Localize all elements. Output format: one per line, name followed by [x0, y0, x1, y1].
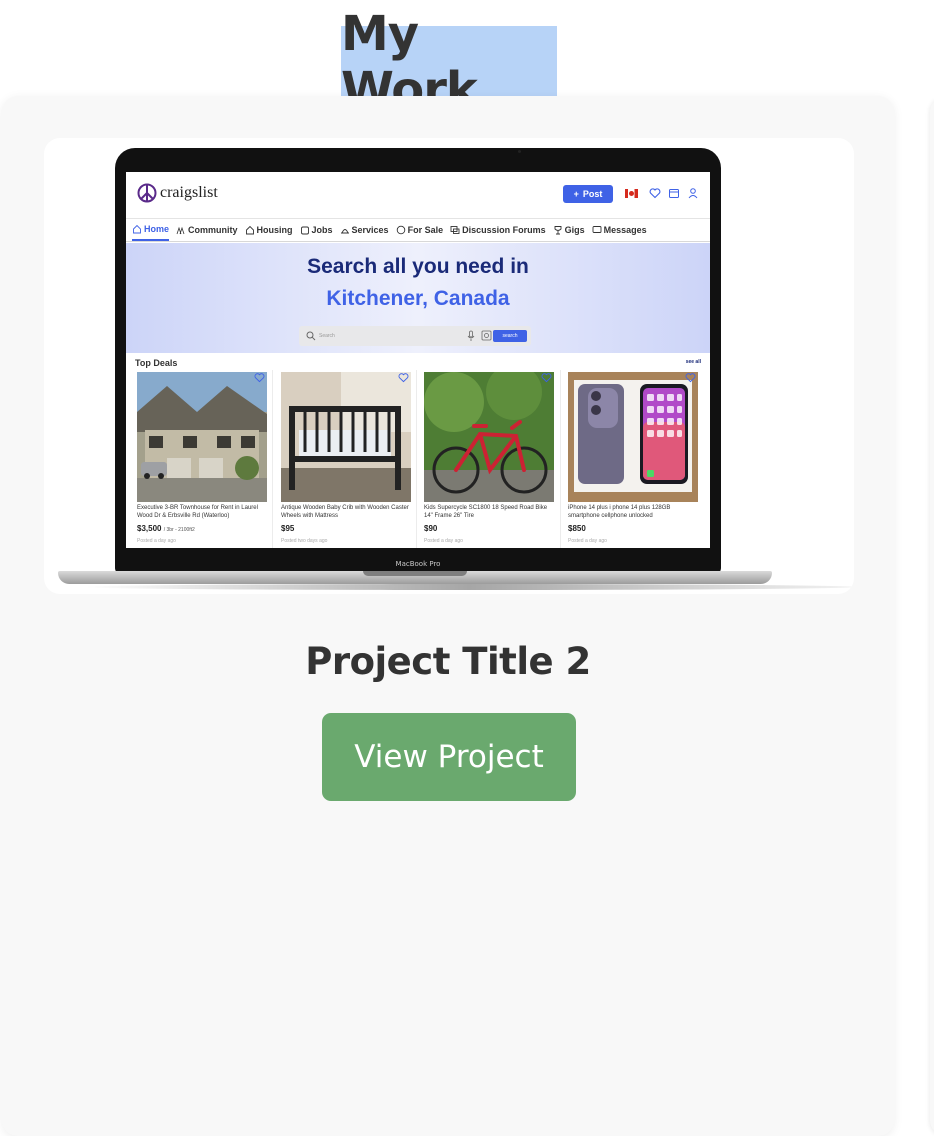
post-label: Post — [582, 189, 603, 199]
calendar-icon — [669, 189, 679, 198]
deal-card: iPhone 14 plus i phone 14 plus 128GB sma… — [568, 370, 700, 548]
nav-item-forums: Discussion Forums — [450, 219, 546, 241]
nav-item-housing: Housing — [245, 219, 293, 241]
bike-photo — [424, 372, 554, 502]
project-card: craigslist + Post Home Community Housing… — [2, 96, 894, 1136]
deal-title: Kids Supercycle SC1800 18 Speed Road Bik… — [424, 505, 548, 519]
site-logo: craigslist — [137, 183, 218, 203]
nav-label: For Sale — [407, 225, 444, 235]
canada-flag-icon — [625, 189, 638, 198]
nav-label: Housing — [256, 225, 293, 235]
nav-item-community: Community — [176, 219, 238, 241]
deal-price: $3,500 / 3br - 2100ft2 — [137, 524, 195, 533]
see-all-link: see all — [685, 359, 701, 365]
nav-label: Jobs — [311, 225, 333, 235]
deal-card: Antique Wooden Baby Crib with Wooden Cas… — [281, 370, 413, 548]
project-image[interactable]: craigslist + Post Home Community Housing… — [44, 138, 854, 594]
deal-card: Executive 3-BR Townhouse for Rent in Lau… — [137, 370, 269, 548]
iphone-photo — [568, 372, 698, 502]
site-hero: Search all you need in Kitchener, Canada… — [126, 243, 710, 353]
deal-price: $90 — [424, 524, 437, 533]
nav-item-jobs: Jobs — [300, 219, 333, 241]
jobs-icon — [300, 226, 309, 235]
for-sale-icon — [396, 225, 405, 235]
deal-divider — [416, 370, 417, 548]
project-title: Project Title 2 — [305, 640, 591, 683]
hero-location: Kitchener, Canada — [326, 287, 510, 310]
deal-title: Executive 3-BR Townhouse for Rent in Lau… — [137, 505, 258, 519]
heart-icon — [649, 188, 661, 199]
camera-dot — [518, 150, 521, 153]
laptop-notch — [363, 571, 467, 576]
nav-label: Messages — [603, 225, 647, 235]
favorite-icon — [685, 373, 696, 383]
device-label: MacBook Pro — [395, 560, 441, 568]
deal-divider — [272, 370, 273, 548]
deal-title: iPhone 14 plus i phone 14 plus 128GB sma… — [568, 505, 671, 519]
deal-title: Antique Wooden Baby Crib with Wooden Cas… — [281, 505, 409, 519]
plus-icon: + — [573, 189, 579, 199]
deal-price: $95 — [281, 524, 294, 533]
deal-price-value: $850 — [568, 524, 586, 533]
user-icon — [688, 188, 698, 199]
search-placeholder: Search — [319, 333, 335, 339]
deal-divider — [560, 370, 561, 548]
nav-label: Services — [351, 225, 389, 235]
site-nav: Home Community Housing Jobs Services For… — [126, 218, 710, 242]
search-icon — [306, 331, 316, 341]
deal-price-value: $90 — [424, 524, 438, 533]
favorite-icon — [398, 373, 409, 383]
nav-item-services: Services — [340, 219, 389, 241]
microphone-icon — [467, 330, 475, 341]
townhouse-photo — [137, 372, 267, 502]
crib-photo — [281, 372, 411, 502]
view-project-button[interactable]: View Project — [322, 713, 576, 801]
favorite-icon — [541, 373, 552, 383]
site-header: craigslist + Post — [126, 172, 710, 216]
laptop-mockup: craigslist + Post Home Community Housing… — [115, 148, 721, 574]
nav-item-messages: Messages — [592, 219, 647, 241]
post-button: + Post — [563, 185, 613, 203]
deal-posted: Posted two days ago — [281, 538, 328, 544]
image-search-icon — [481, 330, 492, 341]
deal-posted: Posted a day ago — [137, 538, 176, 544]
laptop-base — [58, 571, 772, 584]
deal-price-value: $95 — [281, 524, 295, 533]
site-logo-text: craigslist — [160, 184, 218, 201]
messages-icon — [592, 226, 602, 233]
deal-posted: Posted a day ago — [568, 538, 607, 544]
peace-icon — [137, 183, 157, 203]
nav-item-for-sale: For Sale — [396, 219, 444, 241]
hero-heading: Search all you need in — [307, 255, 529, 278]
nav-label: Discussion Forums — [462, 225, 546, 235]
services-icon — [340, 229, 349, 234]
nav-item-home: Home — [132, 219, 170, 241]
gigs-icon — [554, 226, 562, 235]
nav-item-gigs: Gigs — [553, 219, 585, 241]
deal-card: Kids Supercycle SC1800 18 Speed Road Bik… — [424, 370, 556, 548]
deal-price: $850 — [568, 524, 586, 533]
deal-price-value: $3,500 — [137, 524, 162, 533]
site-screenshot: craigslist + Post Home Community Housing… — [126, 172, 710, 548]
forums-icon — [450, 226, 460, 234]
section-title: My Work — [341, 6, 557, 118]
deal-posted: Posted a day ago — [424, 538, 463, 544]
home-icon — [133, 224, 141, 234]
deal-price-sub: / 3br - 2100ft2 — [163, 527, 195, 533]
housing-icon — [245, 225, 254, 235]
deals-title: Top Deals — [135, 358, 178, 368]
laptop-shadow — [84, 584, 854, 590]
nav-label: Community — [188, 225, 238, 235]
next-project-card — [930, 96, 934, 1136]
community-icon — [176, 226, 185, 235]
site-search-button: search — [493, 330, 527, 342]
nav-label: Gigs — [564, 225, 585, 235]
favorite-icon — [254, 373, 265, 383]
nav-label: Home — [144, 224, 170, 234]
site-search-bar: Search search — [299, 326, 531, 346]
